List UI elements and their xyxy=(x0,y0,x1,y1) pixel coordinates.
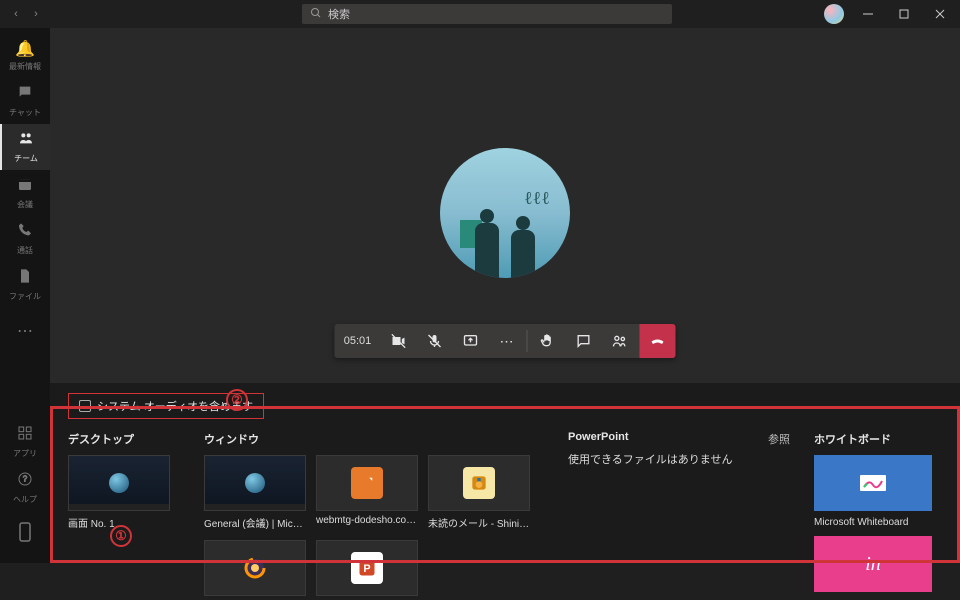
source-label: webmtg-dodesho.com - ... xyxy=(316,515,418,526)
teams-icon xyxy=(18,130,34,151)
call-duration: 05:01 xyxy=(335,324,381,358)
title-bar: ‹ › 検索 xyxy=(0,0,960,28)
source-label: General (会議) | Microsoft... xyxy=(204,515,306,530)
share-tray: システム オーディオを含めます ② デスクトップ 画面 No. 1 ウィンドウ xyxy=(50,383,960,563)
sidebar-item-help[interactable]: ? ヘルプ xyxy=(0,465,50,511)
bell-icon: 🔔 xyxy=(15,39,35,59)
share-source-window-2[interactable]: webmtg-dodesho.com - ... xyxy=(316,455,418,530)
share-source-window-3[interactable]: 未読のメール - Shinichi Us... xyxy=(428,455,530,530)
search-input[interactable]: 検索 xyxy=(302,4,672,24)
sidebar-item-teams[interactable]: チーム xyxy=(0,124,50,170)
sidebar-item-more[interactable]: ⋯ xyxy=(0,308,50,354)
annotation-2: ② xyxy=(226,389,248,411)
sidebar-item-apps[interactable]: アプリ xyxy=(0,419,50,465)
sidebar-item-files[interactable]: ファイル xyxy=(0,262,50,308)
column-header-whiteboard: ホワイトボード xyxy=(814,431,942,447)
search-placeholder: 検索 xyxy=(328,6,350,22)
window-thumbnail xyxy=(204,540,306,596)
chat-icon xyxy=(17,84,33,105)
sidebar-item-calendar[interactable]: 会議 xyxy=(0,170,50,216)
hangup-button[interactable] xyxy=(640,324,676,358)
window-thumbnail xyxy=(204,455,306,511)
window-thumbnail xyxy=(316,455,418,511)
whiteboard-invision-tile[interactable]: in xyxy=(814,536,932,592)
participant-avatar: ℓℓℓ xyxy=(440,148,570,278)
file-icon xyxy=(17,268,33,289)
share-button[interactable] xyxy=(453,324,489,358)
share-source-window-5[interactable]: P xyxy=(316,540,418,600)
app-sidebar: 🔔 最新情報 チャット チーム 会議 通話 ファイル ⋯ xyxy=(0,28,50,563)
sidebar-item-calls[interactable]: 通話 xyxy=(0,216,50,262)
close-button[interactable] xyxy=(928,2,952,26)
column-header-window: ウィンドウ xyxy=(204,431,544,447)
powerpoint-empty-message: 使用できるファイルはありません xyxy=(568,451,790,467)
column-header-desktop: デスクトップ xyxy=(68,431,180,447)
meeting-toolbar: 05:01 ⋯ xyxy=(335,324,676,358)
user-avatar[interactable] xyxy=(824,4,844,24)
annotation-1: ① xyxy=(110,525,132,547)
sidebar-item-label: ヘルプ xyxy=(13,494,37,505)
video-stage: ℓℓℓ 05:01 ⋯ xyxy=(50,28,960,398)
browse-link[interactable]: 参照 xyxy=(768,431,790,447)
apps-icon xyxy=(17,425,33,446)
share-source-window-1[interactable]: General (会議) | Microsoft... xyxy=(204,455,306,530)
sidebar-item-label: 最新情報 xyxy=(9,61,41,72)
svg-text:?: ? xyxy=(23,475,28,484)
phone-icon xyxy=(17,222,33,243)
sidebar-item-label: チャット xyxy=(9,107,41,118)
sidebar-item-label: チーム xyxy=(14,153,38,164)
show-participants-button[interactable] xyxy=(602,324,638,358)
sidebar-item-label: ファイル xyxy=(9,291,41,302)
column-header-powerpoint: PowerPoint xyxy=(568,431,629,443)
whiteboard-label: Microsoft Whiteboard xyxy=(814,517,942,528)
ellipsis-icon: ⋯ xyxy=(17,321,33,341)
maximize-button[interactable] xyxy=(892,2,916,26)
svg-text:P: P xyxy=(363,563,370,575)
more-actions-button[interactable]: ⋯ xyxy=(489,324,525,358)
sidebar-item-download[interactable] xyxy=(0,511,50,557)
device-icon xyxy=(18,522,32,547)
show-chat-button[interactable] xyxy=(566,324,602,358)
camera-toggle-button[interactable] xyxy=(381,324,417,358)
sidebar-item-chat[interactable]: チャット xyxy=(0,78,50,124)
window-thumbnail xyxy=(428,455,530,511)
minimize-button[interactable] xyxy=(856,2,880,26)
checkbox-icon xyxy=(79,400,91,412)
sidebar-item-label: 通話 xyxy=(17,245,33,256)
help-icon: ? xyxy=(17,471,33,492)
share-source-desktop-1[interactable]: 画面 No. 1 xyxy=(68,455,170,530)
mic-toggle-button[interactable] xyxy=(417,324,453,358)
main-area: ℓℓℓ 05:01 ⋯ xyxy=(50,28,960,563)
window-thumbnail: P xyxy=(316,540,418,596)
nav-forward-button[interactable]: › xyxy=(28,6,44,22)
source-label: 未読のメール - Shinichi Us... xyxy=(428,515,530,530)
sidebar-item-label: 会議 xyxy=(17,199,33,210)
sidebar-item-activity[interactable]: 🔔 最新情報 xyxy=(0,32,50,78)
share-source-window-4[interactable] xyxy=(204,540,306,600)
sidebar-item-label: アプリ xyxy=(13,448,37,459)
search-icon xyxy=(310,7,322,22)
desktop-thumbnail xyxy=(68,455,170,511)
raise-hand-button[interactable] xyxy=(530,324,566,358)
calendar-icon xyxy=(17,176,33,197)
whiteboard-ms-tile[interactable] xyxy=(814,455,932,511)
nav-back-button[interactable]: ‹ xyxy=(8,6,24,22)
